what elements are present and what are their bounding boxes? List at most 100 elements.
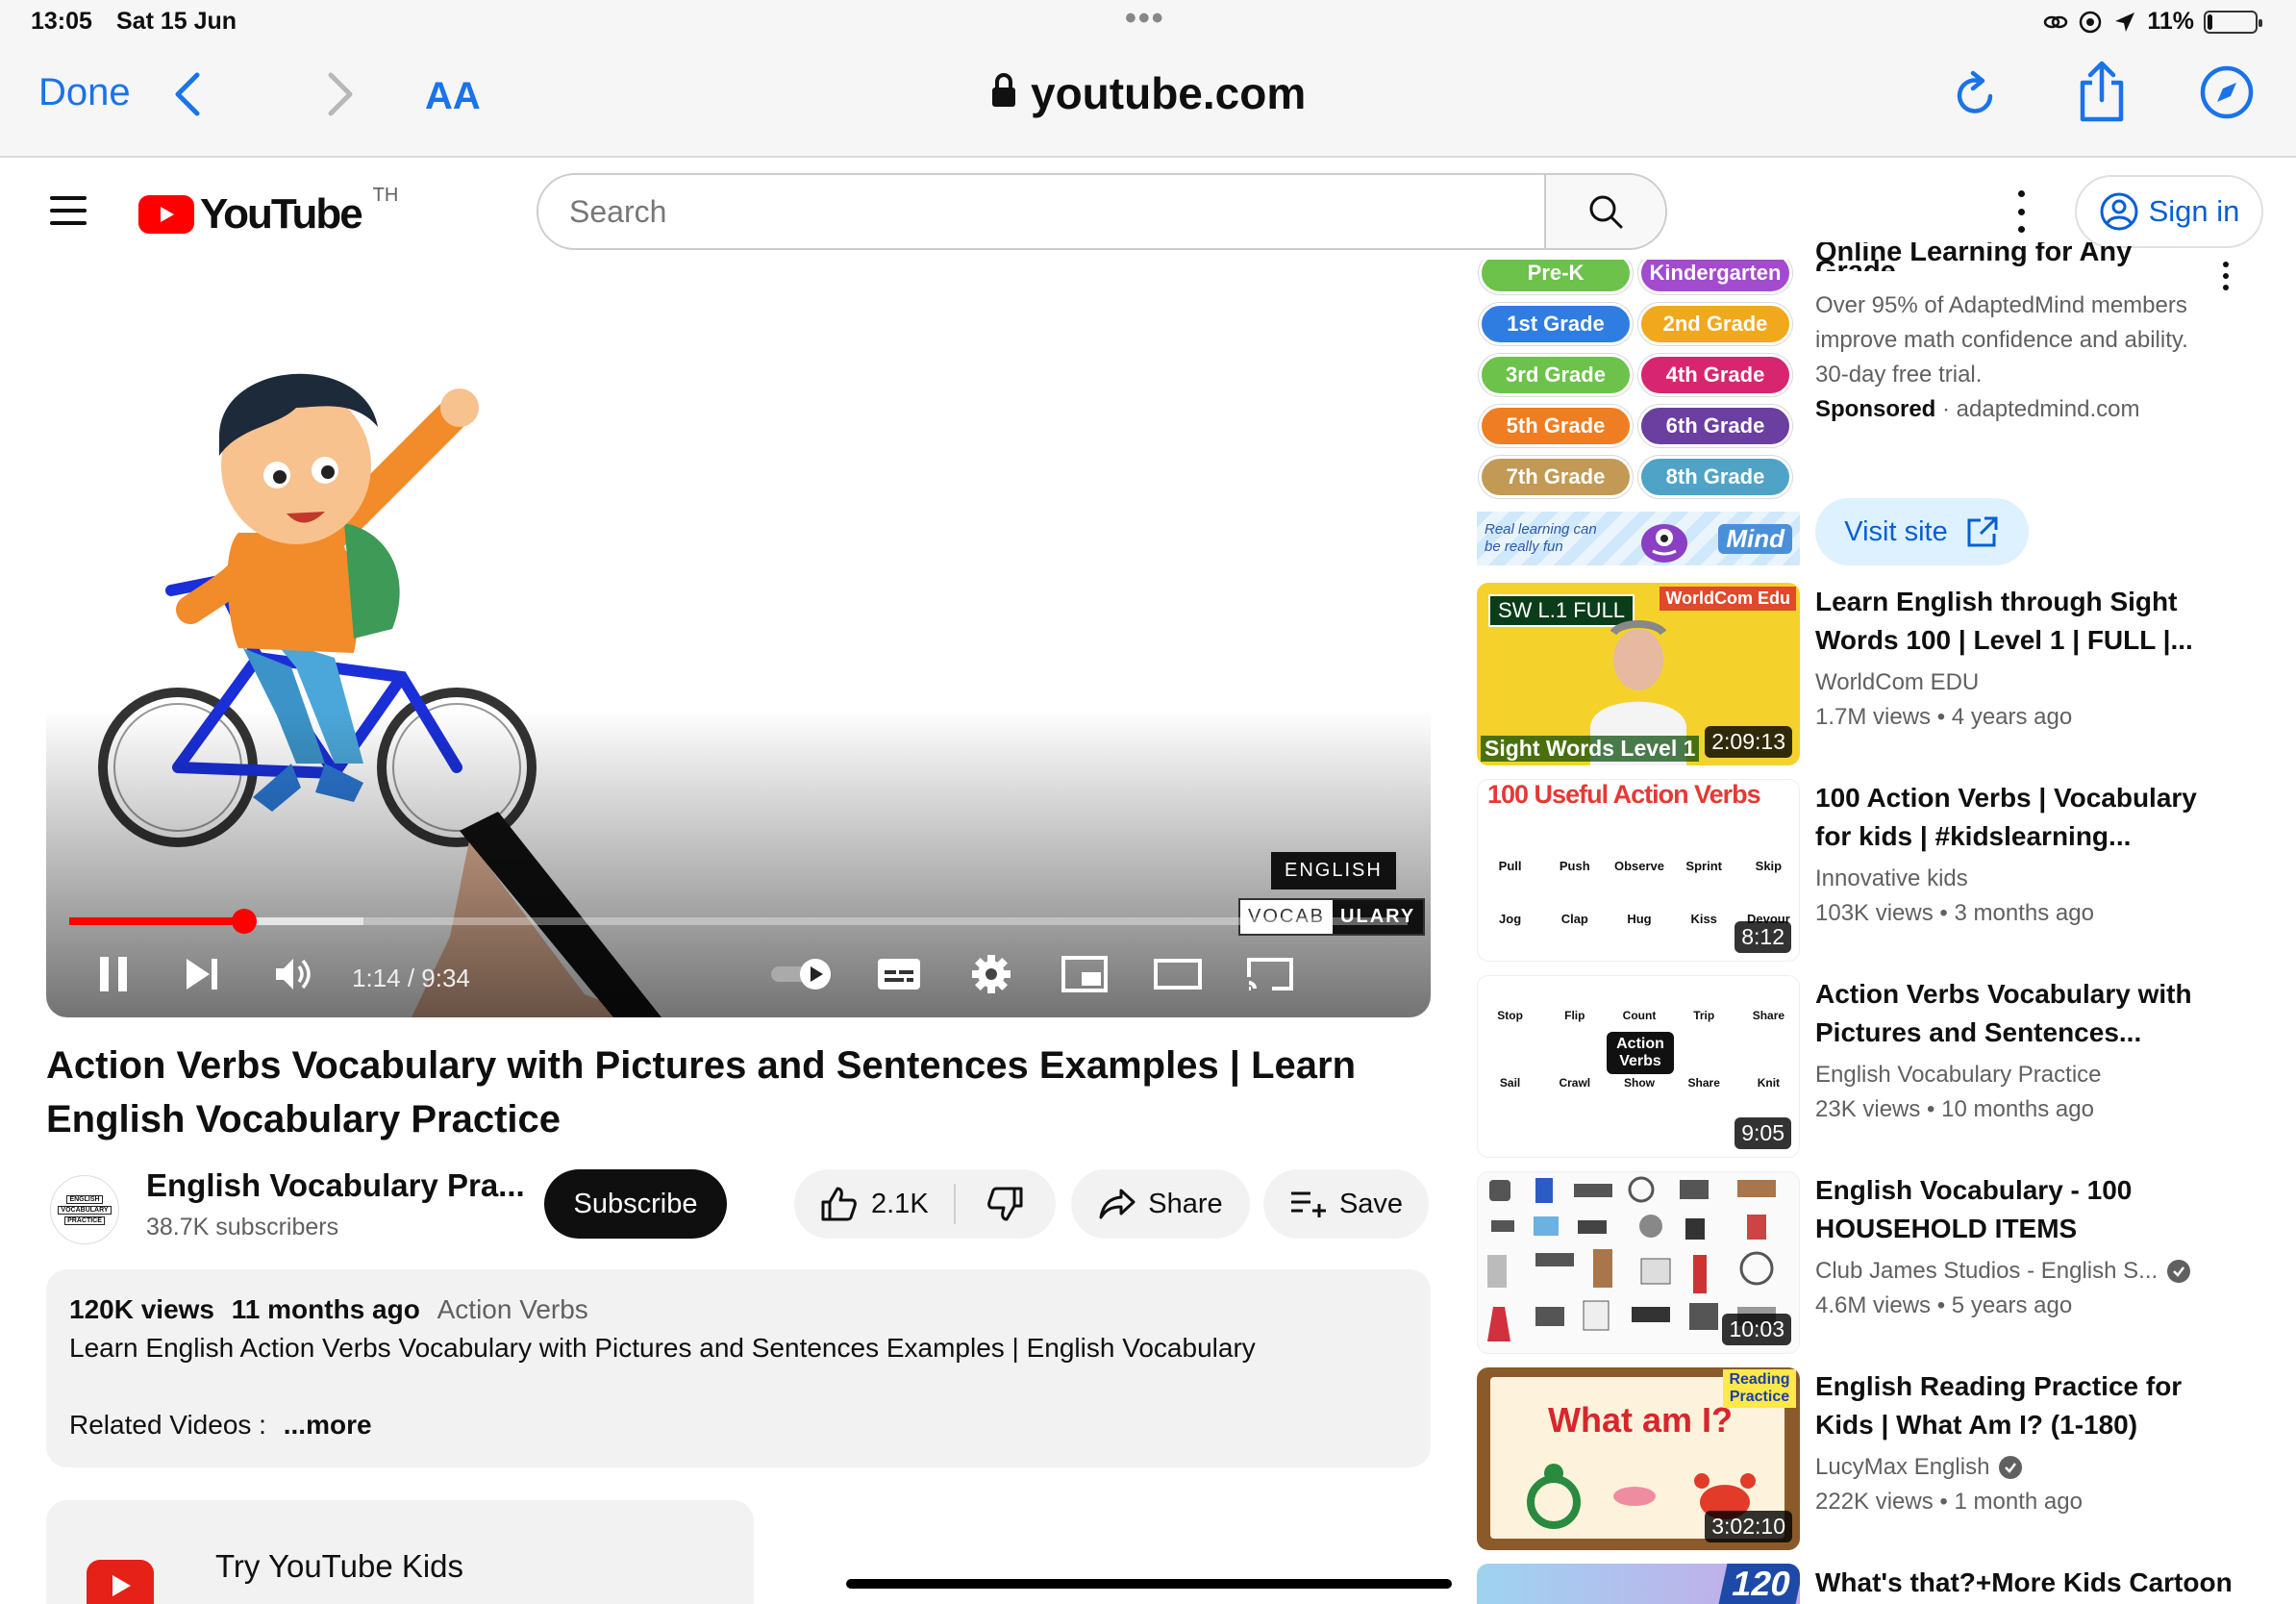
save-button[interactable]: Save bbox=[1263, 1169, 1429, 1239]
text-size-button[interactable]: AA bbox=[425, 75, 481, 118]
recommendation-card[interactable]: 10:03 English Vocabulary - 100 HOUSEHOLD… bbox=[1477, 1171, 2275, 1354]
recommendation-channel[interactable]: LucyMax English bbox=[1815, 1454, 2238, 1481]
recommendation-meta: 103K views • 3 months ago bbox=[1815, 900, 2094, 926]
search-button[interactable] bbox=[1544, 175, 1665, 248]
youtube-kids-promo[interactable]: Try YouTube Kids bbox=[46, 1500, 754, 1604]
pause-icon[interactable] bbox=[92, 950, 135, 998]
grade-pill: Pre-K bbox=[1479, 260, 1633, 294]
recommendation-meta: 23K views • 10 months ago bbox=[1815, 1096, 2094, 1122]
view-count: 222K views bbox=[1815, 1489, 1934, 1515]
duration-badge: 2:09:13 bbox=[1705, 726, 1792, 758]
verb-label: Trip bbox=[1693, 1009, 1715, 1022]
view-count: 103K views bbox=[1815, 900, 1934, 926]
menu-icon[interactable] bbox=[50, 196, 87, 225]
hashtag-link[interactable]: Action Verbs bbox=[437, 1294, 588, 1324]
recommendation-channel[interactable]: Innovative kids bbox=[1815, 865, 2238, 892]
ad-title[interactable]: Online Learning for Any Grade bbox=[1815, 242, 2209, 271]
video-player[interactable]: ENGLISH VOCAB ULARY 1:14 / 9:34 bbox=[46, 263, 1431, 1017]
autoplay-toggle-icon[interactable] bbox=[769, 950, 836, 998]
duration-badge: 3:02:10 bbox=[1705, 1511, 1792, 1542]
recommendation-channel[interactable]: Club James Studios - English S... bbox=[1815, 1258, 2238, 1285]
verb-label: Clap bbox=[1560, 912, 1588, 926]
verb-label: Flip bbox=[1564, 1009, 1585, 1022]
upload-age: 11 months ago bbox=[231, 1294, 420, 1324]
channel-name[interactable]: English Vocabulary Pra... bbox=[146, 1167, 525, 1204]
miniplayer-icon[interactable] bbox=[1060, 950, 1110, 998]
recommendation-channel[interactable]: WorldCom EDU bbox=[1815, 669, 2238, 696]
verb-label: Sail bbox=[1499, 1076, 1521, 1090]
duration-badge: 9:05 bbox=[1734, 1117, 1791, 1149]
address-bar[interactable]: youtube.com bbox=[990, 67, 1306, 119]
recommendation-title[interactable]: English Vocabulary - 100 HOUSEHOLD ITEMS bbox=[1815, 1171, 2238, 1248]
sign-in-button[interactable]: Sign in bbox=[2075, 175, 2263, 248]
recommendation-info: What's that?+More Kids Cartoon bbox=[1815, 1564, 2238, 1602]
progress-played bbox=[69, 917, 245, 925]
time-display: 1:14 / 9:34 bbox=[352, 964, 470, 992]
status-bar: 13:05 Sat 15 Jun ••• 11% bbox=[0, 0, 2296, 46]
ad-thumbnail[interactable]: Pre-K Kindergarten 1st Grade 2nd Grade 3… bbox=[1477, 260, 1800, 565]
ad-description: Over 95% of AdaptedMind members improve … bbox=[1815, 292, 2188, 388]
grade-pill: 3rd Grade bbox=[1479, 354, 1633, 396]
recommendation-card[interactable]: 120 What's that?+More Kids Cartoon bbox=[1477, 1564, 2275, 1604]
search-icon bbox=[1589, 195, 1623, 229]
recommendation-title[interactable]: Learn English through Sight Words 100 | … bbox=[1815, 583, 2238, 660]
back-chevron-icon[interactable] bbox=[168, 65, 207, 128]
view-count: 23K views bbox=[1815, 1096, 1921, 1122]
like-count: 2.1K bbox=[871, 1188, 929, 1219]
recommendation-title[interactable]: English Reading Practice for Kids | What… bbox=[1815, 1367, 2238, 1444]
recommendation-card[interactable]: Stop Flip Count Trip Share Sail Crawl Sh… bbox=[1477, 975, 2275, 1158]
youtube-logo[interactable]: YouTube TH bbox=[138, 185, 398, 238]
recommendation-card[interactable]: What am I? Reading Practice 3:02:10 Engl… bbox=[1477, 1367, 2275, 1550]
more-options-icon[interactable] bbox=[2009, 190, 2033, 233]
done-button[interactable]: Done bbox=[38, 71, 131, 114]
settings-gear-icon[interactable] bbox=[969, 950, 1013, 998]
recommendation-card[interactable]: 100 Useful Action Verbs Pull Push Observ… bbox=[1477, 779, 2275, 962]
verb-label: Jog bbox=[1499, 912, 1522, 926]
show-more-link[interactable]: ...more bbox=[284, 1410, 372, 1440]
ad-more-icon[interactable] bbox=[2221, 262, 2231, 290]
like-button[interactable]: 2.1K bbox=[794, 1184, 956, 1224]
visit-site-label: Visit site bbox=[1844, 515, 1948, 547]
subscriber-count: 38.7K subscribers bbox=[146, 1214, 339, 1241]
recommendation-meta: 4.6M views • 5 years ago bbox=[1815, 1292, 2073, 1318]
theater-mode-icon[interactable] bbox=[1152, 950, 1204, 998]
recommendation-title[interactable]: 100 Action Verbs | Vocabulary for kids |… bbox=[1815, 779, 2238, 856]
visit-site-button[interactable]: Visit site bbox=[1815, 498, 2029, 565]
battery-level bbox=[2208, 13, 2213, 30]
verb-label: Skip bbox=[1755, 859, 1783, 873]
thumbnail: 100 Useful Action Verbs Pull Push Observ… bbox=[1477, 779, 1800, 962]
multitasking-dots-icon[interactable]: ••• bbox=[1125, 0, 1165, 38]
progress-bar[interactable] bbox=[69, 909, 1408, 934]
verb-label: Kiss bbox=[1690, 912, 1717, 926]
link-icon bbox=[2043, 10, 2068, 35]
recommendation-channel[interactable]: English Vocabulary Practice bbox=[1815, 1062, 2238, 1089]
channel-avatar[interactable]: ENGLISH VOCABULARY PRACTICE bbox=[50, 1175, 119, 1244]
channel-label: LucyMax English bbox=[1815, 1454, 1990, 1480]
share-arrow-icon bbox=[1099, 1189, 1136, 1219]
youtube-wordmark: YouTube bbox=[200, 190, 363, 238]
recommendation-info: Learn English through Sight Words 100 | … bbox=[1815, 583, 2238, 731]
next-icon[interactable] bbox=[181, 950, 223, 998]
recommendation-info: English Reading Practice for Kids | What… bbox=[1815, 1367, 2238, 1516]
share-icon[interactable] bbox=[2075, 58, 2129, 130]
recommendation-title[interactable]: Action Verbs Vocabulary with Pictures an… bbox=[1815, 975, 2238, 1052]
thumbnail: 10:03 bbox=[1477, 1171, 1800, 1354]
recommendation-title[interactable]: What's that?+More Kids Cartoon bbox=[1815, 1564, 2238, 1602]
search-input[interactable] bbox=[538, 175, 1544, 248]
cast-icon[interactable] bbox=[1244, 950, 1296, 998]
captions-icon[interactable] bbox=[875, 950, 923, 998]
share-button[interactable]: Share bbox=[1071, 1169, 1250, 1239]
description-box[interactable]: 120K views 11 months ago Action Verbs Le… bbox=[46, 1269, 1431, 1467]
reload-icon[interactable] bbox=[1952, 67, 2000, 126]
youtube-play-icon bbox=[138, 195, 194, 234]
compass-icon[interactable] bbox=[2198, 63, 2256, 126]
verb-label: Push bbox=[1559, 859, 1590, 873]
volume-icon[interactable] bbox=[269, 950, 317, 998]
subscribe-button[interactable]: Subscribe bbox=[544, 1169, 727, 1239]
upload-age: 10 months ago bbox=[1941, 1096, 2094, 1122]
forward-chevron-icon[interactable] bbox=[321, 65, 360, 128]
verified-check-icon bbox=[1999, 1456, 2023, 1479]
ad-banner: Real learning can be really fun Mind bbox=[1477, 512, 1800, 565]
dislike-button[interactable] bbox=[956, 1185, 1056, 1223]
recommendation-card[interactable]: SW L.1 FULL WorldCom Edu Sight Words Lev… bbox=[1477, 583, 2275, 765]
